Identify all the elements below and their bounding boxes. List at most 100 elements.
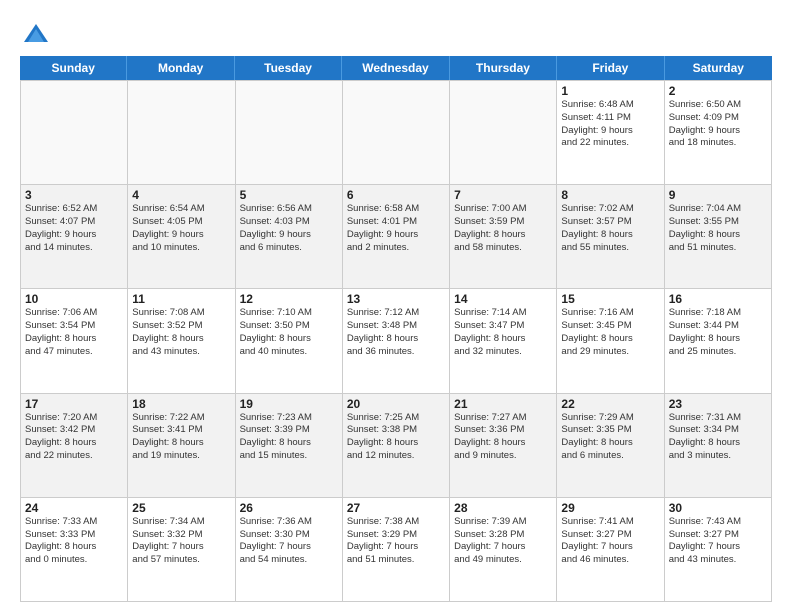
calendar-cell: 22Sunrise: 7:29 AM Sunset: 3:35 PM Dayli… [557, 394, 664, 498]
day-info: Sunrise: 7:22 AM Sunset: 3:41 PM Dayligh… [132, 412, 230, 463]
day-number: 2 [669, 84, 767, 98]
calendar-cell: 16Sunrise: 7:18 AM Sunset: 3:44 PM Dayli… [665, 289, 772, 393]
day-number: 4 [132, 188, 230, 202]
calendar-cell: 13Sunrise: 7:12 AM Sunset: 3:48 PM Dayli… [343, 289, 450, 393]
day-number: 21 [454, 397, 552, 411]
calendar-cell: 3Sunrise: 6:52 AM Sunset: 4:07 PM Daylig… [21, 185, 128, 289]
day-number: 17 [25, 397, 123, 411]
day-info: Sunrise: 6:54 AM Sunset: 4:05 PM Dayligh… [132, 203, 230, 254]
day-info: Sunrise: 6:56 AM Sunset: 4:03 PM Dayligh… [240, 203, 338, 254]
day-info: Sunrise: 7:41 AM Sunset: 3:27 PM Dayligh… [561, 516, 659, 567]
calendar-cell: 12Sunrise: 7:10 AM Sunset: 3:50 PM Dayli… [236, 289, 343, 393]
day-info: Sunrise: 7:23 AM Sunset: 3:39 PM Dayligh… [240, 412, 338, 463]
calendar-cell: 4Sunrise: 6:54 AM Sunset: 4:05 PM Daylig… [128, 185, 235, 289]
day-number: 20 [347, 397, 445, 411]
weekday-header: Friday [557, 56, 664, 80]
calendar-cell: 14Sunrise: 7:14 AM Sunset: 3:47 PM Dayli… [450, 289, 557, 393]
page-header [20, 16, 772, 48]
day-number: 15 [561, 292, 659, 306]
weekday-header: Tuesday [235, 56, 342, 80]
day-info: Sunrise: 7:10 AM Sunset: 3:50 PM Dayligh… [240, 307, 338, 358]
day-info: Sunrise: 7:34 AM Sunset: 3:32 PM Dayligh… [132, 516, 230, 567]
day-number: 23 [669, 397, 767, 411]
day-number: 3 [25, 188, 123, 202]
calendar-cell: 10Sunrise: 7:06 AM Sunset: 3:54 PM Dayli… [21, 289, 128, 393]
day-info: Sunrise: 7:38 AM Sunset: 3:29 PM Dayligh… [347, 516, 445, 567]
day-info: Sunrise: 7:33 AM Sunset: 3:33 PM Dayligh… [25, 516, 123, 567]
calendar-cell: 5Sunrise: 6:56 AM Sunset: 4:03 PM Daylig… [236, 185, 343, 289]
day-info: Sunrise: 7:06 AM Sunset: 3:54 PM Dayligh… [25, 307, 123, 358]
day-info: Sunrise: 7:14 AM Sunset: 3:47 PM Dayligh… [454, 307, 552, 358]
day-number: 14 [454, 292, 552, 306]
calendar-row: 17Sunrise: 7:20 AM Sunset: 3:42 PM Dayli… [21, 394, 772, 498]
day-info: Sunrise: 7:43 AM Sunset: 3:27 PM Dayligh… [669, 516, 767, 567]
day-info: Sunrise: 7:39 AM Sunset: 3:28 PM Dayligh… [454, 516, 552, 567]
day-info: Sunrise: 7:20 AM Sunset: 3:42 PM Dayligh… [25, 412, 123, 463]
day-info: Sunrise: 6:48 AM Sunset: 4:11 PM Dayligh… [561, 99, 659, 150]
day-number: 18 [132, 397, 230, 411]
day-info: Sunrise: 7:04 AM Sunset: 3:55 PM Dayligh… [669, 203, 767, 254]
day-number: 26 [240, 501, 338, 515]
day-number: 10 [25, 292, 123, 306]
calendar-body: 1Sunrise: 6:48 AM Sunset: 4:11 PM Daylig… [20, 80, 772, 602]
calendar-row: 24Sunrise: 7:33 AM Sunset: 3:33 PM Dayli… [21, 498, 772, 602]
calendar-cell: 20Sunrise: 7:25 AM Sunset: 3:38 PM Dayli… [343, 394, 450, 498]
day-info: Sunrise: 7:16 AM Sunset: 3:45 PM Dayligh… [561, 307, 659, 358]
day-number: 13 [347, 292, 445, 306]
day-info: Sunrise: 7:29 AM Sunset: 3:35 PM Dayligh… [561, 412, 659, 463]
calendar-cell: 17Sunrise: 7:20 AM Sunset: 3:42 PM Dayli… [21, 394, 128, 498]
calendar-cell: 2Sunrise: 6:50 AM Sunset: 4:09 PM Daylig… [665, 81, 772, 185]
calendar-cell: 29Sunrise: 7:41 AM Sunset: 3:27 PM Dayli… [557, 498, 664, 602]
day-number: 7 [454, 188, 552, 202]
weekday-header: Sunday [20, 56, 127, 80]
calendar-cell [343, 81, 450, 185]
day-info: Sunrise: 7:25 AM Sunset: 3:38 PM Dayligh… [347, 412, 445, 463]
day-number: 5 [240, 188, 338, 202]
day-number: 19 [240, 397, 338, 411]
day-number: 8 [561, 188, 659, 202]
day-number: 12 [240, 292, 338, 306]
day-info: Sunrise: 6:52 AM Sunset: 4:07 PM Dayligh… [25, 203, 123, 254]
day-number: 29 [561, 501, 659, 515]
day-number: 6 [347, 188, 445, 202]
calendar-cell: 6Sunrise: 6:58 AM Sunset: 4:01 PM Daylig… [343, 185, 450, 289]
day-info: Sunrise: 6:50 AM Sunset: 4:09 PM Dayligh… [669, 99, 767, 150]
day-number: 1 [561, 84, 659, 98]
calendar-header: SundayMondayTuesdayWednesdayThursdayFrid… [20, 56, 772, 80]
calendar-cell: 23Sunrise: 7:31 AM Sunset: 3:34 PM Dayli… [665, 394, 772, 498]
calendar-cell: 9Sunrise: 7:04 AM Sunset: 3:55 PM Daylig… [665, 185, 772, 289]
calendar-cell: 30Sunrise: 7:43 AM Sunset: 3:27 PM Dayli… [665, 498, 772, 602]
calendar-cell: 8Sunrise: 7:02 AM Sunset: 3:57 PM Daylig… [557, 185, 664, 289]
calendar-cell [450, 81, 557, 185]
day-info: Sunrise: 7:00 AM Sunset: 3:59 PM Dayligh… [454, 203, 552, 254]
calendar: SundayMondayTuesdayWednesdayThursdayFrid… [20, 56, 772, 602]
day-info: Sunrise: 7:02 AM Sunset: 3:57 PM Dayligh… [561, 203, 659, 254]
day-info: Sunrise: 7:27 AM Sunset: 3:36 PM Dayligh… [454, 412, 552, 463]
day-number: 25 [132, 501, 230, 515]
day-number: 11 [132, 292, 230, 306]
calendar-cell [236, 81, 343, 185]
calendar-cell: 18Sunrise: 7:22 AM Sunset: 3:41 PM Dayli… [128, 394, 235, 498]
day-info: Sunrise: 6:58 AM Sunset: 4:01 PM Dayligh… [347, 203, 445, 254]
calendar-cell [128, 81, 235, 185]
calendar-cell: 25Sunrise: 7:34 AM Sunset: 3:32 PM Dayli… [128, 498, 235, 602]
day-number: 9 [669, 188, 767, 202]
calendar-cell: 15Sunrise: 7:16 AM Sunset: 3:45 PM Dayli… [557, 289, 664, 393]
weekday-header: Wednesday [342, 56, 449, 80]
day-number: 22 [561, 397, 659, 411]
logo-icon [22, 20, 50, 48]
calendar-cell: 24Sunrise: 7:33 AM Sunset: 3:33 PM Dayli… [21, 498, 128, 602]
logo [20, 20, 50, 48]
day-info: Sunrise: 7:36 AM Sunset: 3:30 PM Dayligh… [240, 516, 338, 567]
day-number: 30 [669, 501, 767, 515]
calendar-cell: 21Sunrise: 7:27 AM Sunset: 3:36 PM Dayli… [450, 394, 557, 498]
day-number: 24 [25, 501, 123, 515]
calendar-cell: 11Sunrise: 7:08 AM Sunset: 3:52 PM Dayli… [128, 289, 235, 393]
calendar-cell [21, 81, 128, 185]
calendar-row: 1Sunrise: 6:48 AM Sunset: 4:11 PM Daylig… [21, 81, 772, 185]
day-number: 16 [669, 292, 767, 306]
calendar-cell: 19Sunrise: 7:23 AM Sunset: 3:39 PM Dayli… [236, 394, 343, 498]
calendar-row: 3Sunrise: 6:52 AM Sunset: 4:07 PM Daylig… [21, 185, 772, 289]
day-number: 28 [454, 501, 552, 515]
weekday-header: Thursday [450, 56, 557, 80]
